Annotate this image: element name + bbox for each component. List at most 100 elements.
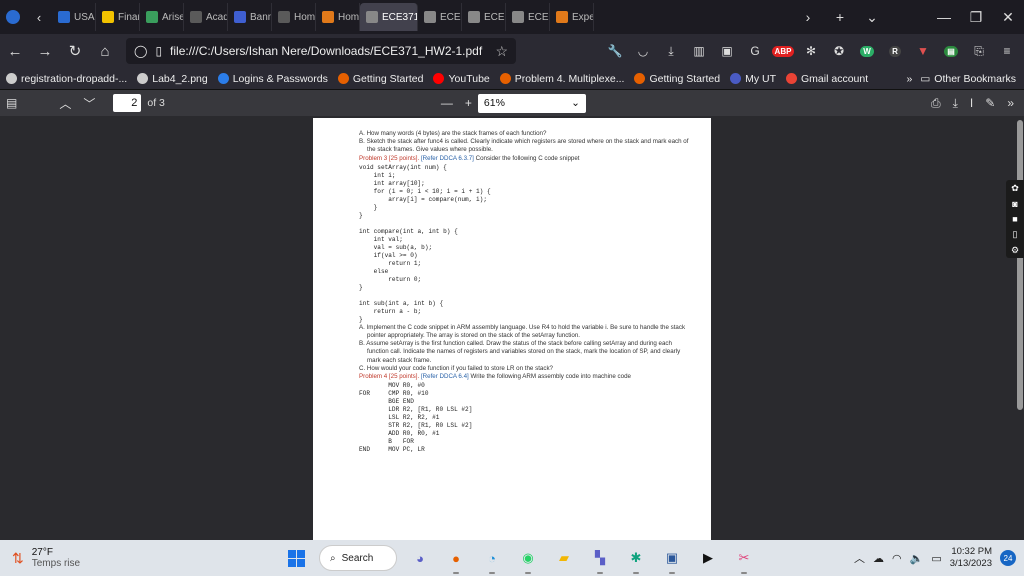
video-icon[interactable]: ■ bbox=[1012, 214, 1017, 224]
draw-tool-icon[interactable]: ✎ bbox=[979, 90, 1001, 116]
weather-widget[interactable]: ⇅ 27°F Temps rise bbox=[0, 547, 200, 569]
r-extension-icon[interactable]: R bbox=[882, 38, 908, 64]
tab-label: USA bbox=[74, 11, 95, 23]
home-button[interactable]: ⌂ bbox=[90, 36, 120, 66]
volume-icon[interactable]: 🔈 bbox=[910, 552, 924, 565]
more-bookmarks-button[interactable]: » bbox=[907, 73, 913, 85]
download-icon[interactable]: ⤓ bbox=[658, 38, 684, 64]
pdf-page: A. How many words (4 bytes) are the stac… bbox=[313, 118, 711, 540]
print-icon[interactable]: ⎙ bbox=[925, 90, 947, 116]
zoom-select[interactable]: 61% ⌄ bbox=[477, 93, 586, 113]
bookmark-star-icon[interactable]: ☆ bbox=[495, 43, 508, 60]
show-hidden-icons-chevron-icon[interactable]: ︿ bbox=[854, 550, 865, 566]
bookmark-item[interactable]: My UT bbox=[730, 73, 776, 85]
tab-7[interactable]: ECE371✕ bbox=[360, 3, 418, 31]
tab-1[interactable]: Finan bbox=[96, 3, 140, 31]
text-tool-icon[interactable]: I bbox=[964, 90, 979, 116]
scroll-tabs-right-icon[interactable]: › bbox=[792, 0, 824, 34]
whatsapp-icon[interactable]: ◉ bbox=[515, 545, 541, 574]
tab-11[interactable]: Expen bbox=[550, 3, 594, 31]
taskbar: ⇅ 27°F Temps rise ⌕ Search ◕ ● ◔ ◉ ▰ ▚ ✱ … bbox=[0, 540, 1024, 576]
puzzle-extension-icon[interactable]: ✪ bbox=[826, 38, 852, 64]
tab-8[interactable]: ECE 302 bbox=[418, 3, 462, 31]
back-button[interactable]: ← bbox=[0, 36, 30, 66]
address-bar[interactable]: ◯ ▯ file:///C:/Users/Ishan Nere/Download… bbox=[126, 38, 516, 64]
bookmark-item[interactable]: Lab4_2.png bbox=[137, 73, 208, 85]
w-extension-icon[interactable]: W bbox=[854, 38, 880, 64]
list-tabs-chevron-icon[interactable]: ⌄ bbox=[856, 0, 888, 34]
more-tools-icon[interactable]: » bbox=[1001, 90, 1020, 116]
start-windows-icon[interactable] bbox=[283, 545, 309, 571]
network-app-icon[interactable]: ✱ bbox=[623, 545, 649, 574]
close-window-button[interactable]: ✕ bbox=[992, 0, 1024, 34]
battery-icon[interactable]: ▭ bbox=[931, 552, 941, 565]
cloud-icon[interactable]: ☁ bbox=[873, 552, 884, 565]
scrollbar[interactable] bbox=[1017, 120, 1023, 410]
wifi-icon[interactable]: ◠ bbox=[892, 552, 902, 565]
pocket-icon[interactable]: ◡ bbox=[630, 38, 656, 64]
edge-icon[interactable]: ◔ bbox=[479, 545, 505, 574]
teams-icon[interactable]: ▚ bbox=[587, 545, 613, 574]
notification-badge[interactable]: 24 bbox=[1000, 550, 1016, 566]
chat-app-icon[interactable]: ◕ bbox=[407, 545, 433, 571]
tab-9[interactable]: ECE 302 bbox=[462, 3, 506, 31]
file-explorer-icon[interactable]: ▰ bbox=[551, 545, 577, 571]
adblock-icon[interactable]: ABP bbox=[770, 38, 796, 64]
bookmark-item[interactable]: Logins & Passwords bbox=[217, 73, 328, 85]
tab-4[interactable]: Bann bbox=[228, 3, 272, 31]
bookmark-item[interactable]: Getting Started bbox=[337, 73, 423, 85]
camera-icon[interactable]: ◙ bbox=[1012, 199, 1017, 209]
wrench-icon[interactable]: 🔧 bbox=[602, 38, 628, 64]
reload-button[interactable]: ↻ bbox=[60, 36, 90, 66]
gear-extension-icon[interactable]: ✻ bbox=[798, 38, 824, 64]
new-tab-button[interactable]: + bbox=[824, 0, 856, 34]
extensions-icon[interactable]: ⎘ bbox=[966, 38, 992, 64]
page-number-input[interactable]: 2 bbox=[113, 94, 142, 112]
calendar-extension-icon[interactable]: ▤ bbox=[938, 38, 964, 64]
media-player-icon[interactable]: ▶ bbox=[695, 545, 721, 571]
bookmark-item[interactable]: Problem 4. Multiplexe... bbox=[499, 73, 624, 85]
grammarly-icon[interactable]: G bbox=[742, 38, 768, 64]
shield-icon[interactable]: ◯ bbox=[134, 44, 147, 58]
other-bookmarks-folder[interactable]: ▭ Other Bookmarks bbox=[920, 73, 1016, 85]
minimize-button[interactable]: — bbox=[928, 0, 960, 34]
bookmark-item[interactable]: YouTube bbox=[433, 73, 490, 85]
settings-gear-icon[interactable]: ⚙ bbox=[1011, 245, 1019, 256]
url-text[interactable]: file:///C:/Users/Ishan Nere/Downloads/EC… bbox=[170, 44, 482, 58]
zoom-in-button[interactable]: + bbox=[459, 90, 478, 116]
tab-0[interactable]: USA bbox=[52, 3, 96, 31]
firefox-logo-icon[interactable] bbox=[0, 0, 26, 34]
bookmark-item[interactable]: registration-dropadd-... bbox=[6, 73, 127, 85]
tab-label: Finan bbox=[118, 11, 139, 23]
emoji-icon[interactable]: ✿ bbox=[1011, 183, 1019, 194]
tab-10[interactable]: ECE 302 bbox=[506, 3, 550, 31]
problem-3-part-a: A. Implement the C code snippet in ARM a… bbox=[359, 323, 686, 340]
bookmark-item[interactable]: Gmail account bbox=[786, 73, 868, 85]
tab-2[interactable]: Arise bbox=[140, 3, 184, 31]
tab-3[interactable]: Acad bbox=[184, 3, 228, 31]
phone-icon[interactable]: ▯ bbox=[1013, 229, 1018, 240]
zoom-out-button[interactable]: — bbox=[435, 90, 459, 116]
forward-button[interactable]: → bbox=[30, 36, 60, 66]
pdf-viewer[interactable]: A. How many words (4 bytes) are the stac… bbox=[0, 116, 1024, 540]
previous-page-button[interactable]: ︿ bbox=[53, 90, 77, 116]
chevron-down-icon: ⌄ bbox=[571, 97, 580, 109]
snipping-tool-icon[interactable]: ✂ bbox=[731, 545, 757, 574]
save-icon[interactable]: ⤓ bbox=[947, 90, 964, 116]
taskbar-search[interactable]: ⌕ Search bbox=[319, 545, 397, 571]
clock[interactable]: 10:32 PM 3/13/2023 bbox=[950, 546, 992, 570]
menu-icon[interactable]: ≡ bbox=[994, 38, 1020, 64]
next-page-button[interactable]: ﹀ bbox=[77, 90, 101, 116]
shield-extension-icon[interactable]: ▼ bbox=[910, 38, 936, 64]
tab-5[interactable]: Home bbox=[272, 3, 316, 31]
restore-button[interactable]: ❐ bbox=[960, 0, 992, 34]
sidebar-icon[interactable]: ▣ bbox=[714, 38, 740, 64]
problem-3-text: Consider the following C code snippet bbox=[473, 154, 580, 162]
scroll-tabs-left-icon[interactable]: ‹ bbox=[26, 0, 52, 34]
word-icon[interactable]: ▣ bbox=[659, 545, 685, 574]
library-icon[interactable]: ▥ bbox=[686, 38, 712, 64]
bookmark-item[interactable]: Getting Started bbox=[634, 73, 720, 85]
toggle-sidebar-button[interactable]: ▤ bbox=[0, 90, 23, 116]
firefox-taskbar-icon[interactable]: ● bbox=[443, 545, 469, 574]
tab-6[interactable]: Home bbox=[316, 3, 360, 31]
